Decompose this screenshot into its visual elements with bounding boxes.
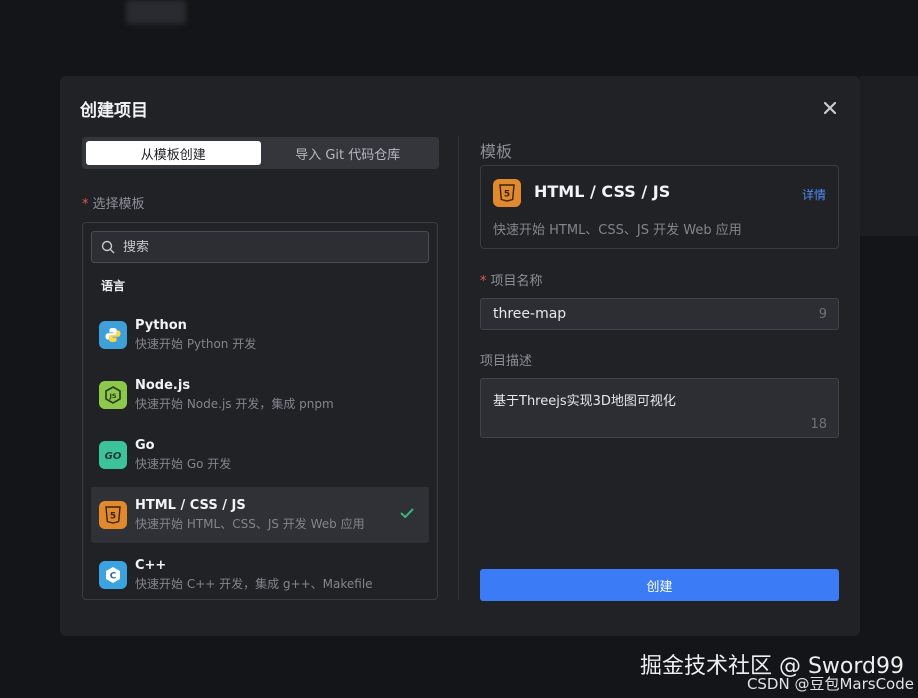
search-input[interactable] xyxy=(123,239,403,255)
html5-icon: 5 xyxy=(493,179,521,207)
create-project-dialog: 创建项目 从模板创建 导入 Git 代码仓库 *选择模板 语言 xyxy=(60,76,860,636)
cpp-icon: C xyxy=(99,561,127,589)
html5-icon: 5 xyxy=(99,501,127,529)
template-name: Go xyxy=(135,438,155,453)
project-name-label: * 项目名称 xyxy=(480,274,543,289)
source-tabs: 从模板创建 导入 Git 代码仓库 xyxy=(82,137,439,169)
background-panel xyxy=(860,76,918,236)
template-item-html[interactable]: 5 HTML / CSS / JS 快速开始 HTML、CSS、JS 开发 We… xyxy=(91,487,429,543)
template-name: Python xyxy=(135,318,187,333)
template-name: HTML / CSS / JS xyxy=(135,498,246,513)
template-desc: 快速开始 HTML、CSS、JS 开发 Web 应用 xyxy=(135,517,365,531)
required-mark: * xyxy=(82,197,89,212)
template-item-nodejs[interactable]: JS Node.js 快速开始 Node.js 开发，集成 pnpm xyxy=(91,367,429,423)
search-icon xyxy=(101,240,115,254)
svg-text:5: 5 xyxy=(504,190,510,200)
project-name-input[interactable] xyxy=(493,305,793,323)
char-counter: 18 xyxy=(810,417,827,432)
char-counter: 9 xyxy=(818,307,827,322)
template-desc: 快速开始 Go 开发 xyxy=(135,457,232,471)
tab-import-git[interactable]: 导入 Git 代码仓库 xyxy=(261,141,436,165)
template-item-go[interactable]: GO Go 快速开始 Go 开发 xyxy=(91,427,429,483)
selected-template-card: 5 HTML / CSS / JS 详情 快速开始 HTML、CSS、JS 开发… xyxy=(480,165,839,249)
create-button[interactable]: 创建 xyxy=(480,569,839,601)
project-name-field[interactable]: 9 xyxy=(480,298,839,330)
svg-text:GO: GO xyxy=(105,451,122,462)
template-desc: 快速开始 Node.js 开发，集成 pnpm xyxy=(135,397,334,411)
template-desc: 快速开始 C++ 开发，集成 g++、Makefile xyxy=(135,577,373,591)
selected-template-name: HTML / CSS / JS xyxy=(534,182,671,201)
tab-from-template[interactable]: 从模板创建 xyxy=(86,141,261,165)
project-desc-textarea[interactable]: 基于Threejs实现3D地图可视化 18 xyxy=(480,378,839,438)
required-mark: * xyxy=(480,274,487,289)
python-icon xyxy=(99,321,127,349)
template-section-title: 模板 xyxy=(480,142,513,161)
template-name: Node.js xyxy=(135,378,191,393)
template-name: C++ xyxy=(135,558,167,573)
template-list: 语言 Python 快速开始 Python 开发 JS xyxy=(82,222,438,600)
background-blurred-title xyxy=(126,0,186,24)
svg-text:JS: JS xyxy=(108,392,116,400)
details-link[interactable]: 详情 xyxy=(802,186,826,203)
column-divider xyxy=(458,136,459,600)
check-icon xyxy=(400,508,414,518)
template-desc: 快速开始 Python 开发 xyxy=(135,337,257,351)
svg-text:C: C xyxy=(110,572,117,582)
project-desc-label: 项目描述 xyxy=(480,354,533,369)
dialog-title: 创建项目 xyxy=(80,101,148,121)
search-box xyxy=(91,231,429,263)
project-desc-value: 基于Threejs实现3D地图可视化 xyxy=(493,394,676,409)
selected-template-desc: 快速开始 HTML、CSS、JS 开发 Web 应用 xyxy=(493,223,742,238)
select-template-label: * 选择模板 xyxy=(82,197,145,212)
template-item-python[interactable]: Python 快速开始 Python 开发 xyxy=(91,307,429,363)
watermark-secondary: CSDN @豆包MarsCode xyxy=(746,675,914,693)
go-icon: GO xyxy=(99,441,127,469)
nodejs-icon: JS xyxy=(99,381,127,409)
svg-text:5: 5 xyxy=(110,512,116,522)
close-icon[interactable] xyxy=(822,100,838,116)
template-item-cpp[interactable]: C C++ 快速开始 C++ 开发，集成 g++、Makefile xyxy=(91,547,429,599)
language-group-label: 语言 xyxy=(101,279,126,293)
